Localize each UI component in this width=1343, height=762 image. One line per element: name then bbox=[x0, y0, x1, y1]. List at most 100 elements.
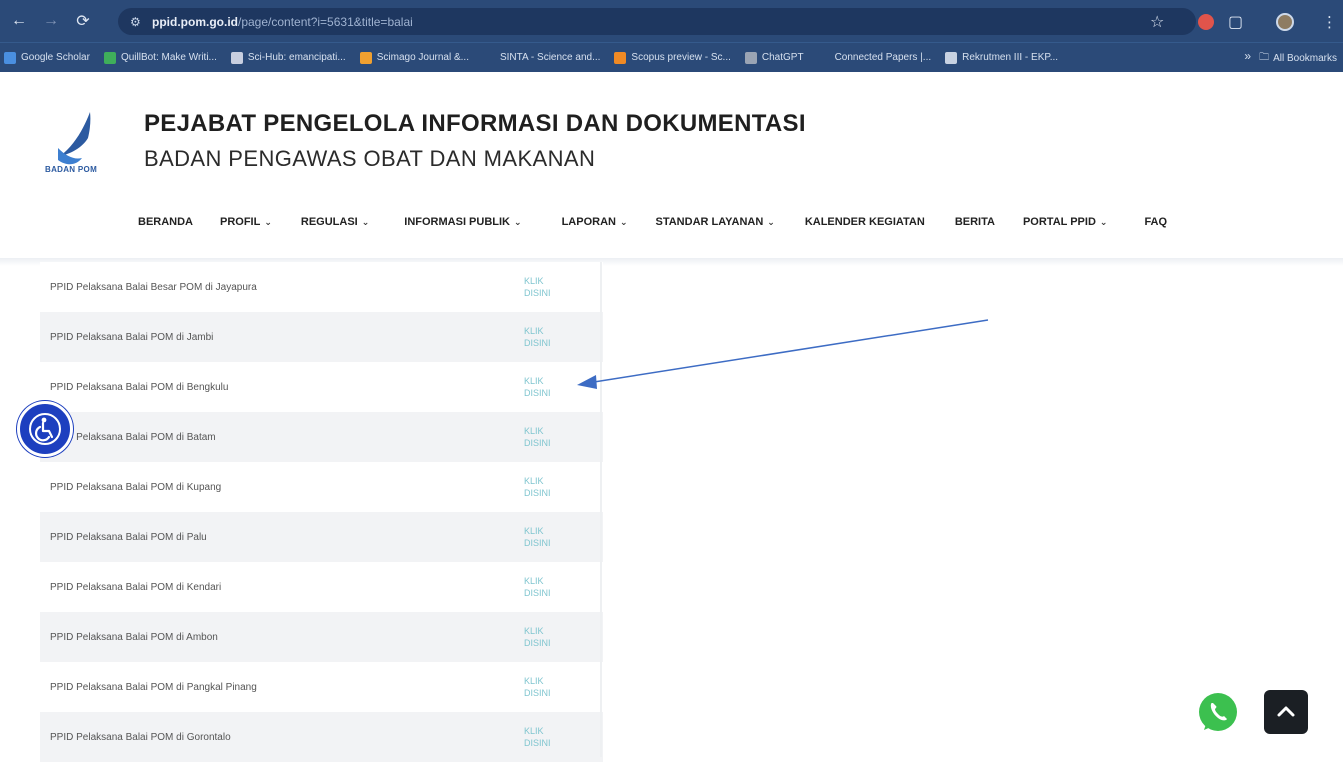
bookmark-item[interactable]: Sci-Hub: emancipati... bbox=[230, 51, 346, 64]
back-arrow-icon[interactable]: ← bbox=[6, 8, 32, 34]
bookmark-label: QuillBot: Make Writi... bbox=[120, 52, 217, 63]
nav-item-label: REGULASI bbox=[300, 216, 358, 228]
bookmark-item[interactable]: Connected Papers |... bbox=[817, 51, 932, 64]
table-row: PPID Pelaksana Balai POM di Pangkal Pina… bbox=[40, 662, 603, 712]
whatsapp-icon[interactable] bbox=[1196, 690, 1240, 734]
accessibility-button[interactable] bbox=[17, 401, 73, 457]
nav-item-label: BERANDA bbox=[138, 216, 193, 228]
back-to-top-button[interactable] bbox=[1264, 690, 1308, 734]
bookmark-label: SINTA - Science and... bbox=[499, 52, 601, 63]
bookmark-favicon-icon bbox=[744, 51, 757, 64]
site-info-icon[interactable]: ⚙ bbox=[130, 15, 148, 29]
bookmarks-bar: Google Scholar QuillBot: Make Writi... Sci… bbox=[0, 42, 1343, 72]
bookmark-item[interactable]: Scopus preview - Sc... bbox=[614, 51, 731, 64]
klik-disini-link[interactable]: KLIK DISINI bbox=[524, 725, 564, 749]
logo-text: BADAN POM bbox=[45, 165, 98, 174]
nav-item-beranda[interactable]: BERANDA bbox=[138, 216, 193, 228]
nav-item-label: KALENDER KEGIATAN bbox=[804, 216, 925, 228]
bookmark-favicon-icon bbox=[359, 51, 372, 64]
klik-disini-link[interactable]: KLIK DISINI bbox=[524, 375, 564, 399]
klik-disini-link[interactable]: KLIK DISINI bbox=[524, 275, 564, 299]
nav-item-label: PORTAL PPID bbox=[1022, 216, 1096, 228]
ppid-name: PPID Pelaksana Balai POM di Ambon bbox=[50, 631, 218, 643]
browser-toolbar: ← → ⟳ ⚙ ppid.pom.go.id /page/content?i=5… bbox=[0, 0, 1343, 42]
bookmark-favicon-icon bbox=[482, 51, 495, 64]
bookmark-item[interactable]: ChatGPT bbox=[744, 51, 804, 64]
ppid-name: PPID Pelaksana Balai Besar POM di Jayapu… bbox=[50, 281, 257, 293]
forward-arrow-icon[interactable]: → bbox=[38, 8, 64, 34]
wheelchair-icon bbox=[29, 413, 61, 445]
nav-item-informasi-publik[interactable]: INFORMASI PUBLIK ⌄ bbox=[404, 216, 521, 228]
klik-disini-link[interactable]: KLIK DISINI bbox=[524, 425, 564, 449]
table-row: PPID Pelaksana Balai POM di Bengkulu KLIK… bbox=[40, 362, 603, 412]
bookmark-favicon-icon bbox=[817, 51, 830, 64]
table-row: PPID Pelaksana Balai POM di Jambi KLIK DI… bbox=[40, 312, 603, 362]
table-row: PPID Pelaksana Balai POM di Batam KLIK DI… bbox=[40, 412, 603, 462]
ppid-name: PPID Pelaksana Balai POM di Bengkulu bbox=[50, 381, 229, 393]
nav-item-standar-layanan[interactable]: STANDAR LAYANAN ⌄ bbox=[656, 216, 775, 228]
extensions-puzzle-icon[interactable]: ▢ bbox=[1228, 8, 1243, 35]
url-host: ppid.pom.go.id bbox=[152, 14, 238, 29]
bookmark-favicon-icon bbox=[103, 51, 116, 64]
extension-icon[interactable] bbox=[1198, 8, 1214, 35]
bookmark-item[interactable]: Scimago Journal &... bbox=[359, 51, 469, 64]
bookmark-item[interactable]: Google Scholar bbox=[4, 51, 90, 64]
bookmarks-overflow-icon[interactable]: » bbox=[1244, 49, 1251, 63]
klik-disini-link[interactable]: KLIK DISINI bbox=[524, 575, 564, 599]
bookmark-label: Scopus preview - Sc... bbox=[631, 52, 731, 63]
url-path: /page/content?i=5631&title=balai bbox=[237, 14, 413, 29]
ppid-name: PPID Pelaksana Balai POM di Palu bbox=[50, 531, 207, 543]
ppid-name: PPID Pelaksana Balai POM di Batam bbox=[50, 431, 216, 443]
table-row: PPID Pelaksana Balai Besar POM di Jayapu… bbox=[40, 262, 603, 312]
chevron-up-icon bbox=[1277, 706, 1295, 717]
bookmark-item[interactable]: SINTA - Science and... bbox=[482, 51, 601, 64]
nav-item-faq[interactable]: FAQ bbox=[1144, 216, 1167, 228]
reload-icon[interactable]: ⟳ bbox=[70, 8, 96, 34]
ppid-table: PPID Pelaksana Balai Besar POM di Jayapu… bbox=[40, 262, 603, 762]
bookmark-label: Google Scholar bbox=[21, 52, 90, 63]
klik-disini-link[interactable]: KLIK DISINI bbox=[524, 325, 564, 349]
ppid-name: PPID Pelaksana Balai POM di Gorontalo bbox=[50, 731, 231, 743]
klik-disini-link[interactable]: KLIK DISINI bbox=[524, 625, 564, 649]
nav-item-profil[interactable]: PROFIL ⌄ bbox=[220, 216, 272, 228]
ppid-name: PPID Pelaksana Balai POM di Pangkal Pina… bbox=[50, 681, 257, 693]
nav-item-laporan[interactable]: LAPORAN ⌄ bbox=[562, 216, 628, 228]
bookmark-favicon-icon bbox=[230, 51, 243, 64]
bookmark-label: Scimago Journal &... bbox=[376, 52, 469, 63]
bookmark-item[interactable]: Rekrutmen III - EKP... bbox=[945, 51, 1059, 64]
table-row: PPID Pelaksana Balai POM di Ambon KLIK DI… bbox=[40, 612, 603, 662]
bookmark-star-icon[interactable]: ☆ bbox=[1150, 8, 1164, 35]
kebab-menu-icon[interactable]: ⋮ bbox=[1322, 8, 1337, 35]
nav-item-berita[interactable]: BERITA bbox=[955, 216, 995, 228]
profile-avatar[interactable] bbox=[1276, 8, 1294, 35]
address-bar[interactable]: ⚙ ppid.pom.go.id /page/content?i=5631&ti… bbox=[118, 8, 1196, 35]
site-title: PEJABAT PENGELOLA INFORMASI DAN DOKUMENT… bbox=[144, 110, 806, 137]
bookmark-favicon-icon bbox=[4, 51, 16, 64]
bookmark-label: Rekrutmen III - EKP... bbox=[962, 52, 1059, 63]
chevron-down-icon: ⌄ bbox=[514, 217, 522, 227]
nav-item-regulasi[interactable]: REGULASI ⌄ bbox=[301, 216, 369, 228]
klik-disini-link[interactable]: KLIK DISINI bbox=[524, 525, 564, 549]
nav-item-label: STANDAR LAYANAN bbox=[655, 216, 764, 228]
table-row: PPID Pelaksana Balai POM di Palu KLIK DIS… bbox=[40, 512, 603, 562]
bookmark-item[interactable]: QuillBot: Make Writi... bbox=[103, 51, 217, 64]
bookmark-label: Sci-Hub: emancipati... bbox=[247, 52, 346, 63]
nav-item-kalender-kegiatan[interactable]: KALENDER KEGIATAN bbox=[805, 216, 925, 228]
table-border bbox=[600, 262, 602, 757]
klik-disini-link[interactable]: KLIK DISINI bbox=[524, 475, 564, 499]
ppid-name: PPID Pelaksana Balai POM di Jambi bbox=[50, 331, 214, 343]
chevron-down-icon: ⌄ bbox=[361, 217, 370, 227]
nav-item-portal-ppid[interactable]: PORTAL PPID ⌄ bbox=[1023, 216, 1107, 228]
chevron-down-icon: ⌄ bbox=[767, 217, 775, 227]
all-bookmarks-button[interactable]: 🗀 All Bookmarks bbox=[1259, 50, 1337, 67]
chevron-down-icon: ⌄ bbox=[1099, 217, 1108, 227]
bookmark-label: Connected Papers |... bbox=[834, 52, 932, 63]
all-bookmarks-label: All Bookmarks bbox=[1273, 53, 1337, 64]
nav-item-label: BERITA bbox=[954, 216, 995, 228]
bookmark-favicon-icon bbox=[614, 51, 627, 64]
bookmark-favicon-icon bbox=[945, 51, 958, 64]
chevron-down-icon: ⌄ bbox=[619, 217, 628, 227]
ppid-name: PPID Pelaksana Balai POM di Kupang bbox=[50, 481, 222, 493]
klik-disini-link[interactable]: KLIK DISINI bbox=[524, 675, 564, 699]
nav-item-label: LAPORAN bbox=[561, 216, 616, 228]
